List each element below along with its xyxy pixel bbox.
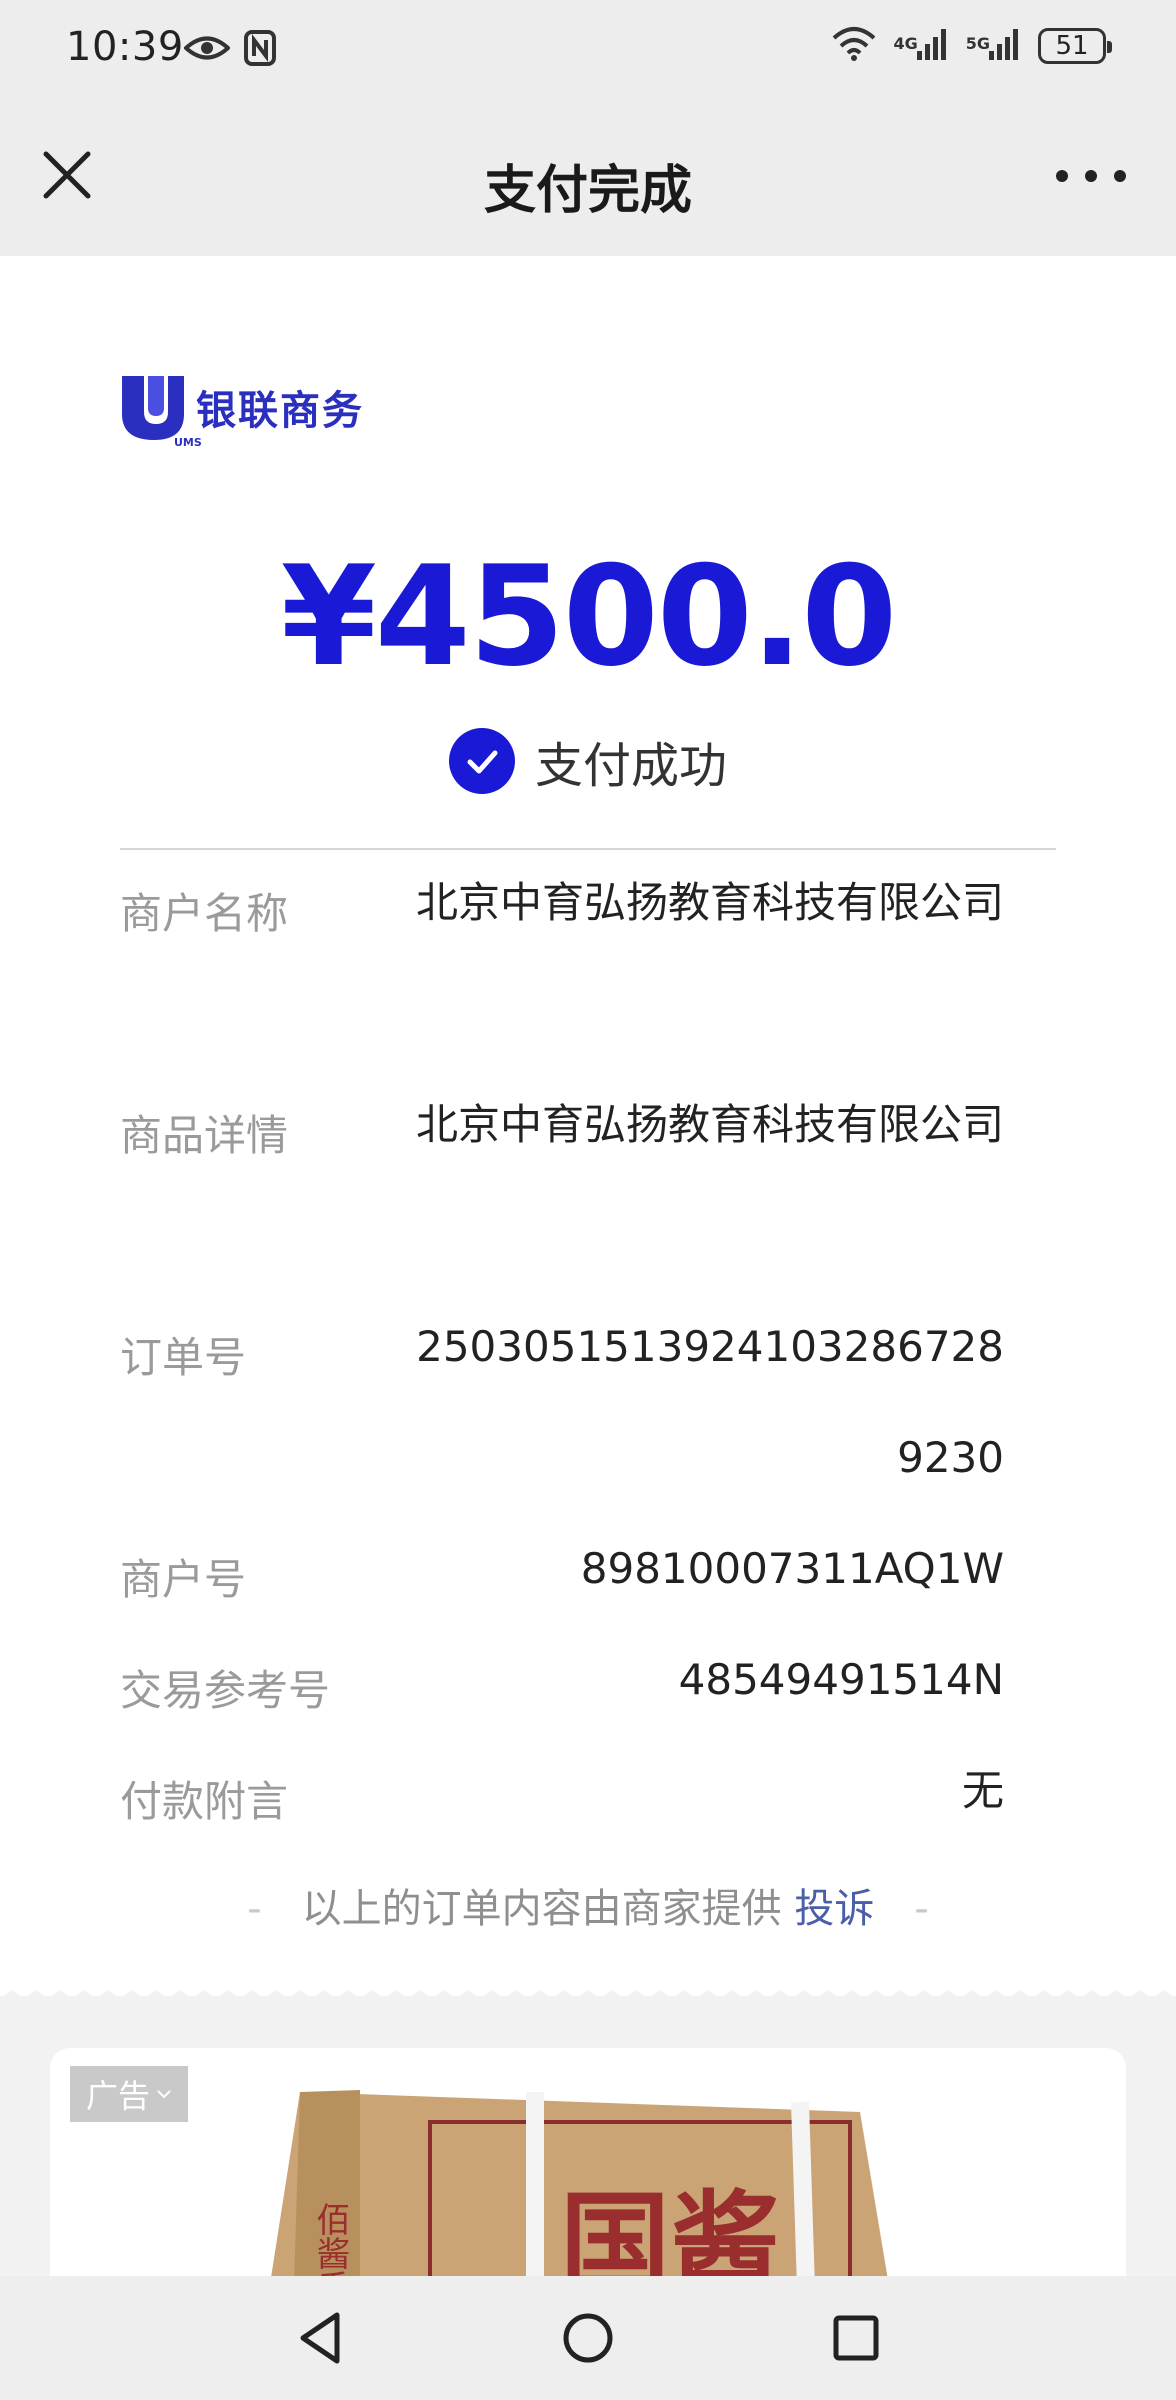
signal-icon: [988, 27, 1022, 65]
recents-button[interactable]: [826, 2308, 886, 2368]
ad-tag[interactable]: 广告: [70, 2066, 188, 2122]
detail-label: 订单号: [120, 1333, 247, 1382]
detail-label: 交易参考号: [120, 1666, 331, 1715]
detail-value: 48549491514N: [678, 1655, 1004, 1704]
home-button[interactable]: [558, 2308, 618, 2368]
ums-logo-icon: UMS: [118, 368, 202, 449]
detail-label: 商户号: [120, 1555, 247, 1604]
detail-value: 25030515139241032867289230: [416, 1322, 1004, 1482]
payment-amount: ¥4500.0: [280, 536, 898, 697]
detail-value: 89810007311AQ1W: [580, 1544, 1004, 1593]
detail-label: 商户名称: [120, 889, 289, 938]
detail-value: 北京中育弘扬教育科技有限公司: [415, 878, 1004, 927]
signal-icon: [916, 27, 950, 65]
eye-icon: [183, 33, 231, 67]
detail-value: 北京中育弘扬教育科技有限公司: [415, 1100, 1004, 1149]
back-button[interactable]: [290, 2308, 350, 2368]
payment-status: 支付成功: [0, 726, 1176, 796]
recents-square-icon: [833, 2315, 879, 2361]
chevron-down-icon: [157, 2090, 171, 2099]
status-time: 10:39: [66, 24, 184, 70]
network-5g-label: 5G: [965, 34, 990, 53]
ad-tag-label: 广告: [85, 2077, 150, 2115]
back-triangle-icon: [300, 2312, 340, 2364]
wifi-icon: [831, 26, 877, 66]
system-nav-bar: [0, 2276, 1176, 2400]
more-options-button[interactable]: [1056, 156, 1126, 196]
payment-status-text: 支付成功: [534, 738, 727, 794]
battery-icon: 51: [1038, 28, 1112, 64]
merchant-logo: UMS 银联商务: [118, 368, 364, 449]
detail-label: 商品详情: [120, 1111, 289, 1160]
complain-link[interactable]: 投诉: [794, 1886, 874, 1932]
check-icon: [448, 728, 515, 794]
status-left-icons: [183, 30, 276, 70]
status-bar: 10:39 4G 5G 51: [0, 0, 1176, 100]
battery-level: 51: [1055, 31, 1089, 61]
header: 支付完成: [0, 100, 1176, 256]
zigzag-edge: [0, 1990, 1176, 2010]
nfc-icon: [244, 30, 276, 70]
footer-dash: -: [914, 1886, 929, 1932]
detail-label: 付款附言: [120, 1777, 289, 1826]
network-4g-label: 4G: [893, 34, 918, 53]
footer-dash: -: [247, 1886, 262, 1932]
receipt-card: UMS 银联商务 ¥4500.0 支付成功 商户名称 北京中育弘扬教育科技有限公…: [0, 256, 1176, 2010]
page-title: 支付完成: [483, 161, 692, 221]
more-dot: [1114, 170, 1126, 182]
home-circle-icon: [563, 2313, 613, 2363]
logo-subtext: UMS: [174, 436, 202, 449]
more-dot: [1085, 170, 1097, 182]
footer-note: - 以上的订单内容由商家提供 投诉 -: [0, 1876, 1176, 1934]
detail-value: 无: [961, 1766, 1004, 1815]
footer-note-text: 以上的订单内容由商家提供: [301, 1886, 782, 1932]
logo-text: 银联商务: [196, 388, 364, 434]
status-right: 4G 5G 51: [831, 26, 1112, 66]
more-dot: [1056, 170, 1068, 182]
